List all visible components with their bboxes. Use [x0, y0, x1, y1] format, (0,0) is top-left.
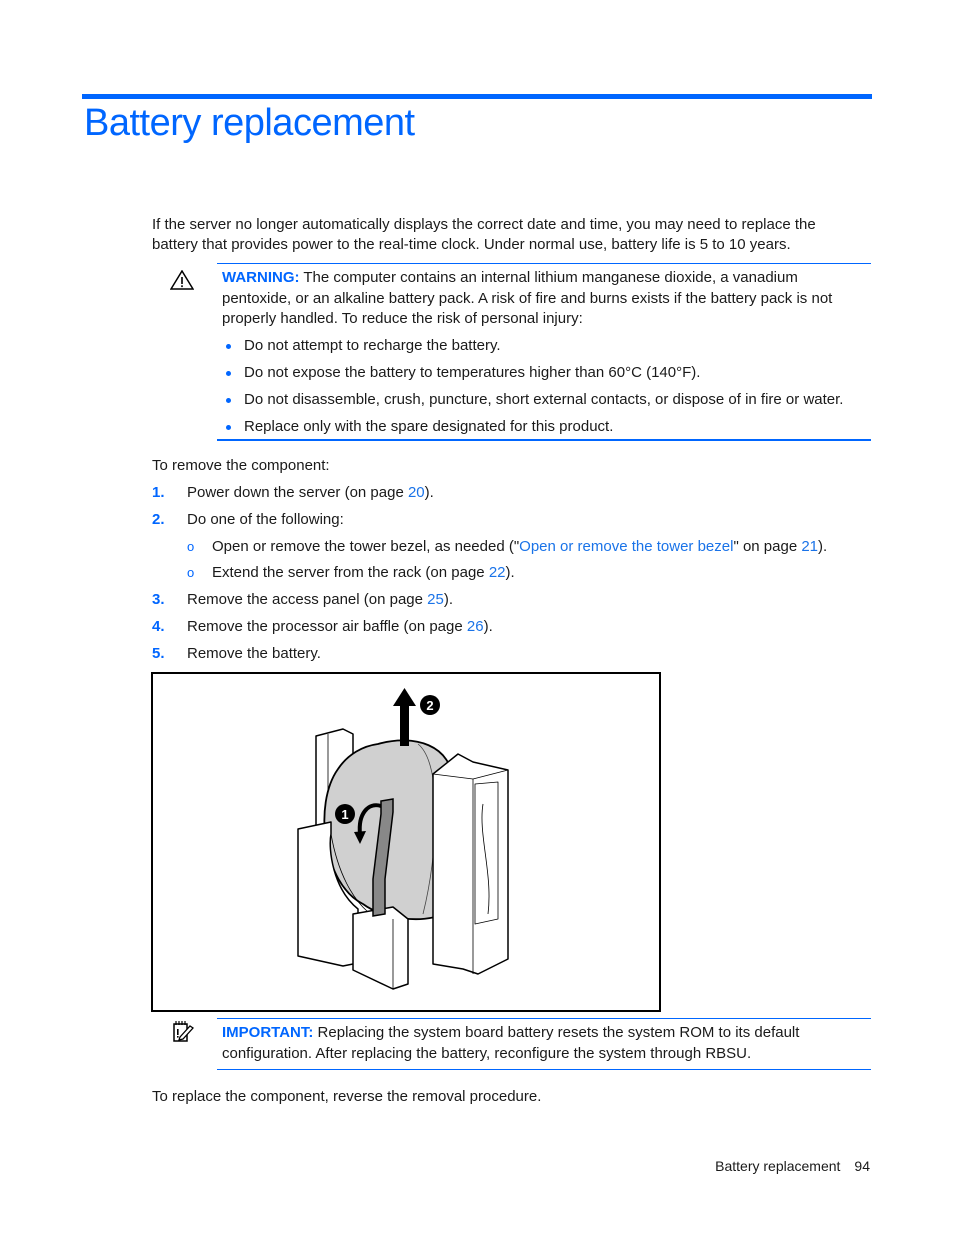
title-rule	[82, 94, 872, 99]
page-link-22[interactable]: 22	[489, 564, 506, 581]
step-text: Remove the battery.	[187, 645, 321, 662]
callout-1: 1	[335, 804, 355, 824]
substep-text-after: ).	[818, 538, 828, 555]
intro-line-1: If the server no longer automatically di…	[152, 216, 816, 233]
battery-removal-figure: 1 2	[151, 672, 661, 1012]
warning-line-1: The computer contains an internal lithiu…	[299, 269, 798, 286]
bullet-text: Do not disassemble, crush, puncture, sho…	[244, 391, 844, 408]
step-text: Remove the access panel (on page	[187, 591, 428, 608]
intro-paragraph: If the server no longer automatically di…	[152, 215, 816, 255]
important-note-icon	[172, 1020, 194, 1048]
important-line-2: configuration. After replacing the batte…	[222, 1044, 752, 1062]
callout-2-label: 2	[426, 698, 433, 713]
page-link-25[interactable]: 25	[427, 591, 444, 608]
step-number: 5.	[152, 645, 165, 662]
substep-text: Extend the server from the rack (on page	[212, 564, 489, 581]
bullet-text: Do not attempt to recharge the battery.	[244, 337, 501, 354]
substep-marker: o	[187, 565, 195, 580]
step-text-after: ).	[443, 591, 454, 608]
step-4: 4. Remove the processor air baffle (on pa…	[152, 617, 493, 637]
warning-line-3: properly handled. To reduce the risk of …	[222, 310, 583, 327]
bullet-icon	[226, 371, 231, 376]
warning-triangle-icon	[169, 269, 195, 294]
substep-b: o Extend the server from the rack (on pag…	[187, 563, 515, 583]
intro-line-2: battery that provides power to the real-…	[152, 236, 791, 253]
page-footer: Battery replacement 94	[715, 1158, 870, 1174]
step-text-after: ).	[424, 484, 434, 501]
step-5: 5. Remove the battery.	[152, 644, 321, 664]
removal-intro: To remove the component:	[152, 457, 330, 474]
bullet-icon	[226, 425, 231, 430]
substep-text: Open or remove the tower bezel, as neede…	[212, 538, 520, 555]
substep-marker: o	[187, 539, 195, 554]
step-text: Do one of the following:	[187, 511, 344, 528]
bullet-text: Do not expose the battery to temperature…	[244, 364, 701, 381]
bullet-icon	[226, 344, 231, 349]
page-link-21[interactable]: 21	[801, 538, 818, 555]
callout-2: 2	[420, 695, 440, 715]
bullet-icon	[226, 398, 231, 403]
important-label: IMPORTANT:	[222, 1024, 314, 1041]
step-number: 1.	[152, 484, 165, 501]
warning-label: WARNING:	[222, 269, 300, 286]
battery-illustration: 1 2	[297, 688, 509, 990]
page-title: Battery replacement	[84, 102, 415, 144]
important-box: IMPORTANT: Replacing the system board ba…	[217, 1018, 871, 1070]
substep-a: o Open or remove the tower bezel, as need…	[187, 537, 827, 557]
step-2: 2. Do one of the following:	[152, 510, 344, 530]
warning-bullet: Do not attempt to recharge the battery.	[217, 332, 843, 359]
callout-1-label: 1	[341, 807, 348, 822]
page-link-26[interactable]: 26	[467, 618, 484, 635]
important-text: IMPORTANT: Replacing the system board ba…	[222, 1023, 799, 1064]
step-number: 4.	[152, 618, 165, 635]
warning-bullet: Replace only with the spare designated f…	[217, 413, 843, 440]
warning-line-2: pentoxide, or an alkaline battery pack. …	[222, 289, 833, 307]
link-open-remove-tower-bezel[interactable]: Open or remove the tower bezel	[519, 538, 733, 555]
page-number: 94	[854, 1158, 870, 1174]
step-3: 3. Remove the access panel (on page 25).	[152, 590, 453, 610]
step-number: 3.	[152, 591, 165, 608]
lift-arrow-icon	[393, 688, 416, 746]
warning-text: WARNING: The computer contains an intern…	[222, 268, 832, 330]
page-link-20[interactable]: 20	[408, 484, 425, 501]
warning-bullet: Do not disassemble, crush, puncture, sho…	[217, 386, 843, 413]
bullet-text: Replace only with the spare designated f…	[244, 418, 614, 435]
substep-text-after: ).	[505, 564, 515, 581]
step-text: Power down the server (on page	[187, 484, 408, 501]
outro-paragraph: To replace the component, reverse the re…	[152, 1088, 542, 1105]
warning-bullet: Do not expose the battery to temperature…	[217, 359, 843, 386]
warning-box: WARNING: The computer contains an intern…	[217, 263, 871, 441]
step-text-after: ).	[483, 618, 493, 635]
important-line-1: Replacing the system board battery reset…	[313, 1024, 800, 1041]
footer-section: Battery replacement	[715, 1158, 841, 1174]
warning-bullet-list: Do not attempt to recharge the battery. …	[217, 332, 843, 440]
step-1: 1. Power down the server (on page 20).	[152, 483, 434, 503]
step-text: Remove the processor air baffle (on page	[187, 618, 467, 635]
substep-text-mid: " on page	[733, 538, 802, 555]
step-number: 2.	[152, 511, 165, 528]
